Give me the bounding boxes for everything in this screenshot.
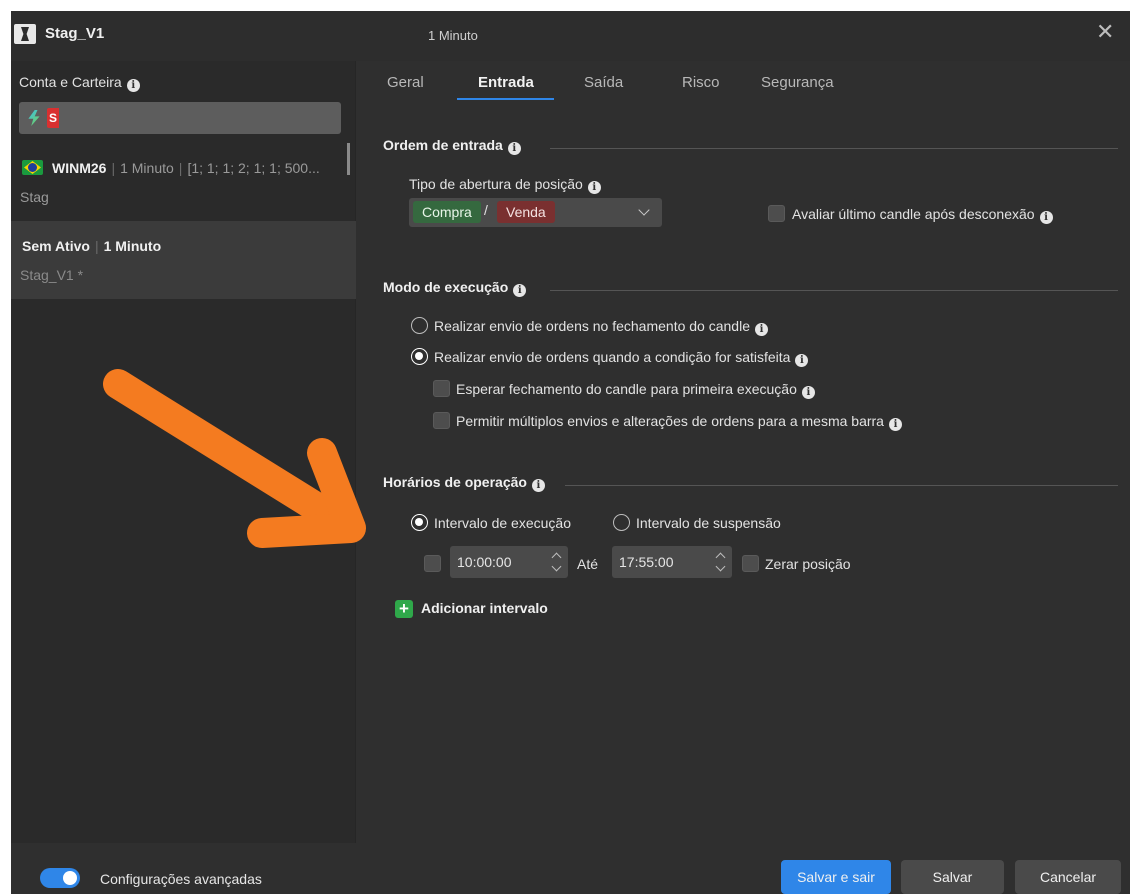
strategy-name: Stag_V1 * bbox=[20, 267, 84, 283]
info-icon[interactable]: i bbox=[126, 79, 140, 92]
info-icon[interactable]: i bbox=[1039, 211, 1053, 224]
exec-interval-radio[interactable] bbox=[411, 514, 428, 531]
spinner-icon[interactable] bbox=[552, 551, 562, 573]
info-icon[interactable]: i bbox=[587, 181, 601, 194]
tab-geral[interactable]: Geral bbox=[387, 74, 424, 91]
tab-entrada[interactable]: Entrada bbox=[478, 74, 534, 91]
execution-section-heading: Modo de execução i bbox=[383, 279, 527, 297]
active-tab-indicator bbox=[457, 98, 554, 100]
save-exit-button[interactable]: Salvar e sair bbox=[781, 860, 891, 894]
close-icon[interactable]: ✕ bbox=[1096, 21, 1114, 43]
execution-on-close-radio[interactable] bbox=[411, 317, 428, 334]
zero-position-checkbox[interactable] bbox=[742, 555, 759, 572]
until-label: Até bbox=[577, 556, 599, 572]
divider bbox=[565, 485, 1118, 486]
wait-close-checkbox[interactable] bbox=[433, 380, 450, 397]
info-icon[interactable]: i bbox=[795, 354, 809, 367]
account-badge-icon: S bbox=[47, 108, 59, 128]
buy-chip: Compra bbox=[413, 201, 481, 223]
tab-seguranca[interactable]: Segurança bbox=[761, 74, 834, 91]
start-time-value: 10:00:00 bbox=[457, 554, 512, 570]
interval-enabled-checkbox[interactable] bbox=[424, 555, 441, 572]
chip-separator: / bbox=[484, 202, 488, 218]
chevron-down-icon bbox=[638, 204, 650, 216]
info-icon[interactable]: i bbox=[801, 386, 815, 399]
dialog-title: Stag_V1 bbox=[45, 25, 105, 42]
position-type-select[interactable]: Compra / Venda bbox=[409, 198, 662, 227]
strategy-app-icon bbox=[14, 24, 36, 44]
tab-saida[interactable]: Saída bbox=[584, 74, 623, 91]
reconnect-checkbox[interactable] bbox=[768, 205, 785, 222]
end-time-value: 17:55:00 bbox=[619, 554, 674, 570]
title-bar: Stag_V1 1 Minuto ✕ bbox=[11, 11, 1130, 61]
strategy-name: Stag bbox=[20, 189, 49, 205]
info-icon[interactable]: i bbox=[507, 142, 521, 155]
schedule-section-heading: Horários de operação i bbox=[383, 474, 545, 492]
dialog-subtitle: 1 Minuto bbox=[428, 28, 478, 43]
multi-orders-label: Permitir múltiplos envios e alterações d… bbox=[456, 413, 902, 431]
sell-chip: Venda bbox=[497, 201, 555, 223]
entry-section-heading: Ordem de entrada i bbox=[383, 137, 521, 155]
brazil-flag-icon bbox=[22, 160, 43, 175]
end-time-input[interactable]: 17:55:00 bbox=[612, 546, 732, 578]
exec-interval-label: Intervalo de execução bbox=[434, 515, 571, 531]
divider bbox=[550, 148, 1118, 149]
info-icon[interactable]: i bbox=[513, 284, 527, 297]
broker-logo-icon bbox=[28, 110, 40, 126]
position-type-label: Tipo de abertura de posição i bbox=[409, 176, 601, 194]
sidebar: Conta e Carteira i S WINM26 | 1 Minuto | [1; … bbox=[11, 61, 356, 843]
wait-close-label: Esperar fechamento do candle para primei… bbox=[456, 381, 815, 399]
strategy-summary: Sem Ativo | 1 Minuto bbox=[22, 238, 162, 254]
account-label: Conta e Carteira i bbox=[19, 74, 140, 92]
execution-on-condition-label: Realizar envio de ordens quando a condiç… bbox=[434, 349, 809, 367]
zero-position-label: Zerar posição bbox=[765, 556, 851, 572]
suspend-interval-radio[interactable] bbox=[613, 514, 630, 531]
info-icon[interactable]: i bbox=[888, 418, 902, 431]
cancel-button[interactable]: Cancelar bbox=[1015, 860, 1121, 894]
add-interval-label: Adicionar intervalo bbox=[421, 600, 548, 616]
reconnect-label: Avaliar último candle após desconexão i bbox=[792, 206, 1053, 224]
settings-dialog: Stag_V1 1 Minuto ✕ Conta e Carteira i S W… bbox=[11, 11, 1130, 894]
strategy-item-winm26[interactable]: WINM26 | 1 Minuto | [1; 1; 1; 2; 1; 1; 500..… bbox=[11, 151, 356, 217]
spinner-icon[interactable] bbox=[716, 551, 726, 573]
account-select[interactable]: S bbox=[19, 102, 350, 175]
save-button[interactable]: Salvar bbox=[901, 860, 1004, 894]
info-icon[interactable]: i bbox=[754, 323, 768, 336]
suspend-interval-label: Intervalo de suspensão bbox=[636, 515, 781, 531]
execution-on-close-label: Realizar envio de ordens no fechamento d… bbox=[434, 318, 768, 336]
strategy-summary: WINM26 | 1 Minuto | [1; 1; 1; 2; 1; 1; 500..… bbox=[52, 160, 320, 176]
advanced-settings-toggle[interactable] bbox=[40, 868, 80, 888]
strategy-item-sem-ativo[interactable]: Sem Ativo | 1 Minuto Stag_V1 * bbox=[11, 221, 356, 299]
start-time-input[interactable]: 10:00:00 bbox=[450, 546, 568, 578]
tab-risco[interactable]: Risco bbox=[682, 74, 720, 91]
info-icon[interactable]: i bbox=[531, 479, 545, 492]
execution-on-condition-radio[interactable] bbox=[411, 348, 428, 365]
plus-icon: + bbox=[395, 600, 413, 618]
divider bbox=[550, 290, 1118, 291]
advanced-settings-label: Configurações avançadas bbox=[100, 871, 262, 887]
multi-orders-checkbox[interactable] bbox=[433, 412, 450, 429]
